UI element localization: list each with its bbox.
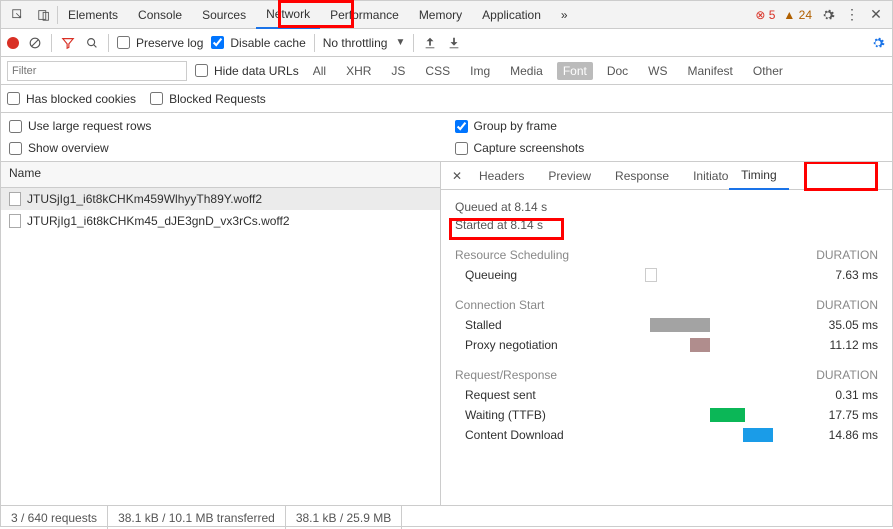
blocked-cookies-checkbox[interactable]: Has blocked cookies [7,92,136,106]
section-title: Connection Start [455,298,544,312]
filter-other[interactable]: Other [747,62,789,80]
filter-font[interactable]: Font [557,62,593,80]
timing-row: Content Download14.86 ms [455,428,878,442]
tab-initiator[interactable]: Initiator [681,162,729,190]
filter-xhr[interactable]: XHR [340,62,377,80]
error-count[interactable]: ⊗ 5 [755,8,775,22]
tab-more[interactable]: » [551,1,578,29]
tab-headers[interactable]: Headers [467,162,536,190]
close-detail-icon[interactable]: ✕ [447,169,467,183]
capture-shots-checkbox[interactable]: Capture screenshots [455,141,885,155]
disable-cache-label: Disable cache [230,36,305,50]
blocked-requests-checkbox[interactable]: Blocked Requests [150,92,266,106]
blocked-cookies-label: Has blocked cookies [26,92,136,106]
filter-media[interactable]: Media [504,62,549,80]
show-overview-label: Show overview [28,141,109,155]
tab-console[interactable]: Console [128,1,192,29]
hide-data-urls-checkbox[interactable]: Hide data URLs [195,64,299,78]
gear-icon[interactable] [820,7,836,23]
clear-icon[interactable] [27,35,43,51]
filter-doc[interactable]: Doc [601,62,634,80]
status-requests: 3 / 640 requests [1,506,108,529]
timing-row: Request sent0.31 ms [455,388,878,402]
filter-ws[interactable]: WS [642,62,673,80]
filter-icon[interactable] [60,35,76,51]
throttle-select[interactable]: No throttling▼ [323,36,406,50]
file-name: JTURjIg1_i6t8kCHKm45_dJE3gnD_vx3rCs.woff… [27,214,290,228]
timing-row: Stalled35.05 ms [455,318,878,332]
blocked-requests-label: Blocked Requests [169,92,266,106]
annotation-box [804,162,878,191]
capture-shots-label: Capture screenshots [474,141,585,155]
tab-timing[interactable]: Timing [729,162,789,190]
timing-row: Waiting (TTFB)17.75 ms [455,408,878,422]
timing-row: Proxy negotiation11.12 ms [455,338,878,352]
filter-js[interactable]: JS [385,62,411,80]
show-overview-checkbox[interactable]: Show overview [9,141,439,155]
tab-application[interactable]: Application [472,1,551,29]
queued-at: Queued at 8.14 s [455,200,878,214]
record-button[interactable] [7,37,19,49]
column-header-name[interactable]: Name [1,162,440,188]
filter-img[interactable]: Img [464,62,496,80]
preserve-log-label: Preserve log [136,36,203,50]
timing-row: Queueing7.63 ms [455,268,878,282]
tab-memory[interactable]: Memory [409,1,472,29]
group-frame-checkbox[interactable]: Group by frame [455,119,885,133]
file-icon [9,192,21,206]
large-rows-checkbox[interactable]: Use large request rows [9,119,439,133]
warning-num: 24 [799,8,812,22]
filter-input[interactable] [7,61,187,81]
started-at: Started at 8.14 s [455,218,878,232]
table-row[interactable]: JTUSjIg1_i6t8kCHKm459WlhyyTh89Y.woff2 [1,188,440,210]
preserve-log-checkbox[interactable]: Preserve log [117,36,203,50]
file-name: JTUSjIg1_i6t8kCHKm459WlhyyTh89Y.woff2 [27,192,262,206]
disable-cache-checkbox[interactable]: Disable cache [211,36,305,50]
kebab-menu-icon[interactable]: ⋮ [844,7,860,23]
tab-sources[interactable]: Sources [192,1,256,29]
settings-icon[interactable] [870,35,886,51]
search-icon[interactable] [84,35,100,51]
status-resources: 38.1 kB / 25.9 MB [286,506,402,529]
filter-css[interactable]: CSS [419,62,456,80]
upload-icon[interactable] [422,35,438,51]
inspect-icon[interactable] [5,2,31,28]
table-row[interactable]: JTURjIg1_i6t8kCHKm45_dJE3gnD_vx3rCs.woff… [1,210,440,232]
duration-header: DURATION [816,368,878,382]
tab-network[interactable]: Network [256,1,320,29]
file-icon [9,214,21,228]
group-frame-label: Group by frame [474,119,557,133]
status-transferred: 38.1 kB / 10.1 MB transferred [108,506,286,529]
large-rows-label: Use large request rows [28,119,151,133]
throttle-label: No throttling [323,36,388,50]
download-icon[interactable] [446,35,462,51]
hide-data-urls-label: Hide data URLs [214,64,299,78]
tab-elements[interactable]: Elements [58,1,128,29]
tab-performance[interactable]: Performance [320,1,409,29]
close-icon[interactable]: ✕ [868,7,884,23]
device-toggle-icon[interactable] [31,2,57,28]
filter-all[interactable]: All [307,62,332,80]
duration-header: DURATION [816,298,878,312]
filter-manifest[interactable]: Manifest [682,62,739,80]
tab-preview[interactable]: Preview [536,162,603,190]
tab-response[interactable]: Response [603,162,681,190]
duration-header: DURATION [816,248,878,262]
error-num: 5 [769,8,776,22]
section-title: Request/Response [455,368,557,382]
warning-count[interactable]: ▲ 24 [783,8,812,22]
section-title: Resource Scheduling [455,248,569,262]
